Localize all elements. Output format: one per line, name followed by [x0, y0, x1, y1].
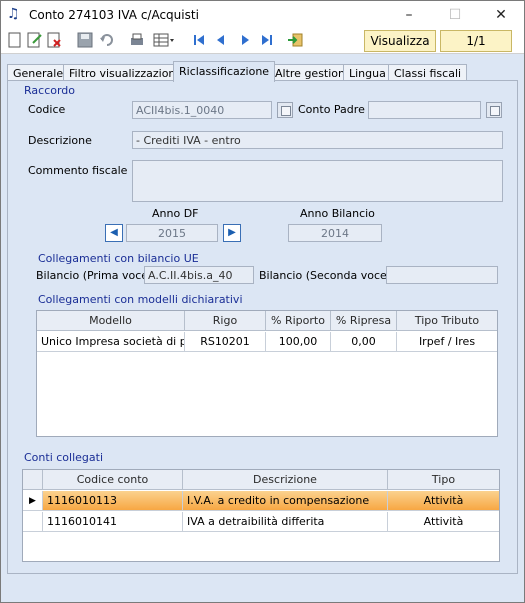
bilancio-prima-voce-field[interactable]: A.C.II.4bis.a_40: [144, 266, 254, 284]
codice-lookup-button[interactable]: [277, 102, 293, 118]
conto-padre-field[interactable]: [368, 101, 481, 119]
anno-df-field[interactable]: 2015: [126, 224, 218, 242]
modelli-col-rigo[interactable]: Rigo: [185, 311, 266, 331]
window-title: Conto 274103 IVA c/Acquisti: [29, 8, 199, 22]
bilancio-seconda-voce-field[interactable]: [386, 266, 498, 284]
new-document-icon[interactable]: [7, 32, 23, 48]
table-cell[interactable]: 1116010113: [43, 491, 183, 511]
row-selector-arrow-icon[interactable]: ▶: [23, 491, 43, 511]
toolbar: Visualizza 1/1: [1, 29, 524, 54]
table-cell[interactable]: RS10201: [185, 332, 266, 352]
minimize-button[interactable]: –: [386, 1, 432, 29]
conti-col-codice[interactable]: Codice conto: [43, 470, 183, 490]
row-selector[interactable]: [23, 512, 43, 532]
table-cell[interactable]: 1116010141: [43, 512, 183, 532]
modelli-grid[interactable]: Modello Rigo % Riporto % Ripresa Tipo Tr…: [36, 310, 498, 437]
close-button[interactable]: ✕: [478, 1, 524, 29]
descrizione-field[interactable]: - Crediti IVA - entro: [132, 131, 503, 149]
conto-padre-label: Conto Padre: [298, 103, 365, 116]
anno-df-next-button[interactable]: ▶: [223, 224, 241, 242]
conti-col-tipo[interactable]: Tipo: [388, 470, 499, 490]
modelli-col-modello[interactable]: Modello: [37, 311, 185, 331]
grid-view-icon[interactable]: [153, 32, 175, 48]
table-cell[interactable]: Unico Impresa società di p...: [37, 332, 185, 352]
bilancio-seconda-voce-label: Bilancio (Seconda voce): [259, 269, 392, 282]
commento-fiscale-field[interactable]: [132, 160, 503, 202]
raccordo-section-label: Raccordo: [24, 84, 76, 97]
delete-document-icon[interactable]: [47, 32, 63, 48]
tab-riclassificazione[interactable]: Riclassificazione: [173, 61, 276, 82]
previous-record-icon[interactable]: [213, 32, 229, 48]
title-bar: ♫ Conto 274103 IVA c/Acquisti – ☐ ✕: [1, 1, 524, 29]
anno-df-prev-button[interactable]: ◀: [105, 224, 123, 242]
export-icon[interactable]: [287, 32, 303, 48]
commento-fiscale-label: Commento fiscale: [28, 164, 128, 177]
anno-bilancio-label: Anno Bilancio: [300, 207, 375, 220]
last-record-icon[interactable]: [259, 32, 275, 48]
anno-bilancio-field[interactable]: 2014: [288, 224, 382, 242]
bilancio-prima-voce-label: Bilancio (Prima voce): [36, 269, 153, 282]
next-record-icon[interactable]: [237, 32, 253, 48]
page-indicator: 1/1: [440, 30, 512, 52]
codice-label: Codice: [28, 103, 66, 116]
conto-padre-lookup-button[interactable]: [486, 102, 502, 118]
modelli-section-label: Collegamenti con modelli dichiarativi: [38, 293, 243, 306]
row-indicator-header: [23, 470, 43, 490]
modelli-col-tipo-tributo[interactable]: Tipo Tributo: [397, 311, 497, 331]
conti-col-descrizione[interactable]: Descrizione: [183, 470, 388, 490]
undo-icon[interactable]: [99, 32, 115, 48]
maximize-button[interactable]: ☐: [432, 1, 478, 29]
conti-collegati-section-label: Conti collegati: [24, 451, 103, 464]
table-cell[interactable]: 0,00: [331, 332, 397, 352]
table-cell[interactable]: Irpef / Ires: [397, 332, 497, 352]
descrizione-label: Descrizione: [28, 134, 92, 147]
table-cell[interactable]: I.V.A. a credito in compensazione: [183, 491, 388, 511]
riclassificazione-panel: Raccordo Codice ACII4bis.1_0040 Conto Pa…: [7, 80, 518, 574]
codice-field[interactable]: ACII4bis.1_0040: [132, 101, 272, 119]
first-record-icon[interactable]: [191, 32, 207, 48]
modelli-col-ripresa[interactable]: % Ripresa: [331, 311, 397, 331]
modelli-col-riporto[interactable]: % Riporto: [266, 311, 331, 331]
edit-document-icon[interactable]: [27, 32, 43, 48]
table-cell[interactable]: Attività: [388, 491, 499, 511]
table-cell[interactable]: 100,00: [266, 332, 331, 352]
view-mode-button[interactable]: Visualizza: [364, 30, 436, 52]
table-cell[interactable]: IVA a detraibilità differita: [183, 512, 388, 532]
conti-collegati-grid[interactable]: Codice conto Descrizione Tipo ▶ 11160101…: [22, 469, 500, 562]
table-cell[interactable]: Attività: [388, 512, 499, 532]
save-icon[interactable]: [77, 32, 93, 48]
anno-df-label: Anno DF: [152, 207, 199, 220]
window: ♫ Conto 274103 IVA c/Acquisti – ☐ ✕ Visu…: [0, 0, 525, 603]
music-note-icon: ♫: [7, 6, 20, 22]
print-icon[interactable]: [129, 32, 145, 48]
bilancio-ue-section-label: Collegamenti con bilancio UE: [38, 252, 199, 265]
